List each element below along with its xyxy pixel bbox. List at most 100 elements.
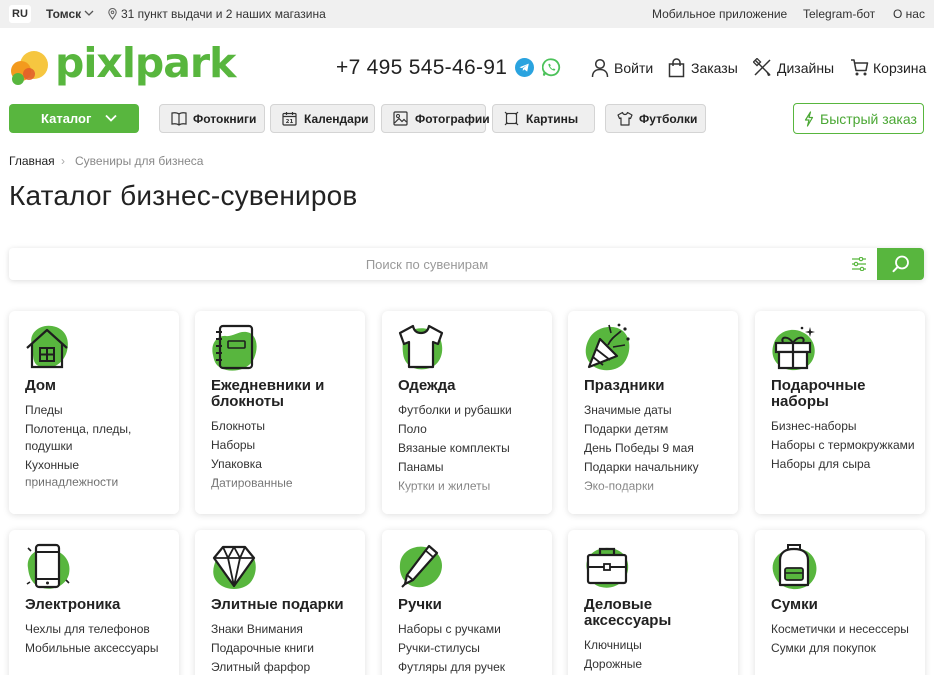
telegram-icon[interactable]: [515, 58, 534, 77]
card-item[interactable]: Бизнес-наборы: [771, 418, 916, 435]
card-item[interactable]: Подарочные книги: [211, 640, 356, 657]
card-title: Подарочные наборы: [771, 377, 866, 410]
card-item[interactable]: Сумки для покупок: [771, 640, 916, 657]
mobile-app-link[interactable]: Мобильное приложение: [652, 7, 787, 21]
party-popper-icon: [587, 323, 630, 369]
card-fade: [755, 472, 925, 514]
chevron-down-icon: [105, 114, 117, 122]
catalog-button[interactable]: Каталог: [9, 104, 139, 133]
category-card-electronics[interactable]: Электроника Чехлы для телефонов Мобильны…: [9, 530, 179, 675]
card-item[interactable]: Наборы с ручками: [398, 621, 543, 638]
smartphone-icon: [26, 543, 70, 589]
logo-text[interactable]: pixlpark: [55, 39, 236, 87]
card-item[interactable]: Вязаные комплекты: [398, 440, 543, 457]
category-card-elite-gifts[interactable]: Элитные подарки Знаки Внимания Подарочны…: [195, 530, 365, 675]
card-item[interactable]: Чехлы для телефонов: [25, 621, 170, 638]
category-photos[interactable]: Фотографии: [381, 104, 490, 133]
breadcrumb-home[interactable]: Главная: [9, 154, 55, 168]
card-items: Пледы Полотенца, пледы, подушки Кухонные…: [25, 402, 170, 493]
card-item[interactable]: Подарки детям: [584, 421, 729, 438]
card-item[interactable]: Пледы: [25, 402, 170, 419]
card-item[interactable]: Подарки начальнику: [584, 459, 729, 476]
notebook-icon: [216, 324, 254, 370]
card-item[interactable]: Блокноты: [211, 418, 356, 435]
shopping-bag-icon: [668, 58, 685, 78]
breadcrumb-current: Сувениры для бизнеса: [75, 154, 204, 168]
top-bar: RU Томск 31 пункт выдачи и 2 наших магаз…: [0, 0, 934, 28]
category-label: Картины: [526, 112, 579, 126]
category-tshirts[interactable]: Футболки: [605, 104, 706, 133]
search-icon: [892, 255, 909, 273]
card-title: Сумки: [771, 596, 818, 613]
category-paintings[interactable]: Картины: [492, 104, 595, 133]
card-item[interactable]: Кухонные принадлежности: [25, 457, 170, 491]
about-link[interactable]: О нас: [893, 7, 925, 21]
card-item[interactable]: Знаки Внимания: [211, 621, 356, 638]
card-title: Дом: [25, 377, 56, 394]
category-card-bags[interactable]: Сумки Косметички и несессеры Сумки для п…: [755, 530, 925, 675]
phone-number[interactable]: +7 495 545-46-91: [336, 56, 507, 80]
category-card-business-accessories[interactable]: Деловые аксессуары Ключницы Дорожные: [568, 530, 738, 675]
search-input[interactable]: [9, 248, 845, 280]
pickup-points-link[interactable]: 31 пункт выдачи и 2 наших магазина: [121, 7, 326, 21]
catalog-label: Каталог: [41, 111, 92, 126]
card-item[interactable]: Ключницы: [584, 637, 729, 654]
quick-order-label: Быстрый заказ: [820, 111, 917, 127]
backpack-icon: [778, 544, 810, 587]
category-photobooks[interactable]: Фотокниги: [159, 104, 265, 133]
card-item[interactable]: Ручки-стилусы: [398, 640, 543, 657]
gift-icon: [774, 326, 815, 370]
card-item[interactable]: Наборы: [211, 437, 356, 454]
card-item[interactable]: Косметички и несессеры: [771, 621, 916, 638]
category-label: Фотокниги: [193, 112, 257, 126]
card-item[interactable]: Датированные: [211, 475, 356, 492]
card-item[interactable]: Значимые даты: [584, 402, 729, 419]
card-item[interactable]: Панамы: [398, 459, 543, 476]
briefcase-icon: [586, 547, 628, 585]
card-item[interactable]: Мобильные аксессуары: [25, 640, 170, 657]
card-items: Значимые даты Подарки детям День Победы …: [584, 402, 729, 497]
card-title: Элитные подарки: [211, 596, 344, 613]
card-item[interactable]: Куртки и жилеты: [398, 478, 543, 495]
language-switch[interactable]: RU: [9, 5, 31, 23]
tshirt-icon: [398, 324, 444, 369]
frame-icon: [504, 111, 519, 126]
quick-order-button[interactable]: Быстрый заказ: [793, 103, 924, 134]
filter-sliders-icon[interactable]: [851, 257, 867, 271]
user-icon: [591, 58, 609, 78]
chevron-down-icon[interactable]: [84, 10, 94, 16]
card-title: Деловые аксессуары: [584, 596, 672, 629]
card-item[interactable]: Футболки и рубашки: [398, 402, 543, 419]
card-title: Электроника: [25, 596, 121, 613]
card-item[interactable]: Эко-подарки: [584, 478, 729, 495]
search-button[interactable]: [877, 248, 924, 280]
page-title: Каталог бизнес-сувениров: [9, 180, 358, 211]
card-item[interactable]: Полотенца, пледы, подушки: [25, 421, 170, 455]
logo-icon[interactable]: [9, 44, 53, 86]
category-card-holidays[interactable]: Праздники Значимые даты Подарки детям Де…: [568, 311, 738, 514]
category-calendars[interactable]: 21 Календари: [270, 104, 375, 133]
telegram-bot-link[interactable]: Telegram-бот: [803, 7, 875, 21]
tshirt-icon: [617, 111, 633, 126]
cart-icon: [851, 59, 869, 76]
category-card-home[interactable]: Дом Пледы Полотенца, пледы, подушки Кухо…: [9, 311, 179, 514]
category-card-gift-sets[interactable]: Подарочные наборы Бизнес-наборы Наборы с…: [755, 311, 925, 514]
card-item[interactable]: Упаковка: [211, 456, 356, 473]
card-item[interactable]: Наборы для сыра: [771, 456, 916, 473]
pen-icon: [401, 544, 439, 588]
city-selector[interactable]: Томск: [46, 7, 81, 21]
category-card-clothing[interactable]: Одежда Футболки и рубашки Поло Вязаные к…: [382, 311, 552, 514]
card-item[interactable]: Элитный фарфор: [211, 659, 356, 675]
card-item[interactable]: Наборы с термокружками: [771, 437, 916, 454]
location-pin-icon: [108, 8, 117, 20]
card-item[interactable]: Дорожные: [584, 656, 729, 673]
card-item[interactable]: День Победы 9 мая: [584, 440, 729, 457]
category-card-notebooks[interactable]: Ежедневники и блокноты Блокноты Наборы У…: [195, 311, 365, 514]
card-item[interactable]: Поло: [398, 421, 543, 438]
category-label: Календари: [304, 112, 369, 126]
card-items: Косметички и несессеры Сумки для покупок: [771, 621, 916, 659]
card-items: Футболки и рубашки Поло Вязаные комплект…: [398, 402, 543, 497]
whatsapp-icon[interactable]: [542, 58, 561, 77]
category-card-pens[interactable]: Ручки Наборы с ручками Ручки-стилусы Фут…: [382, 530, 552, 675]
card-item[interactable]: Футляры для ручек: [398, 659, 543, 675]
